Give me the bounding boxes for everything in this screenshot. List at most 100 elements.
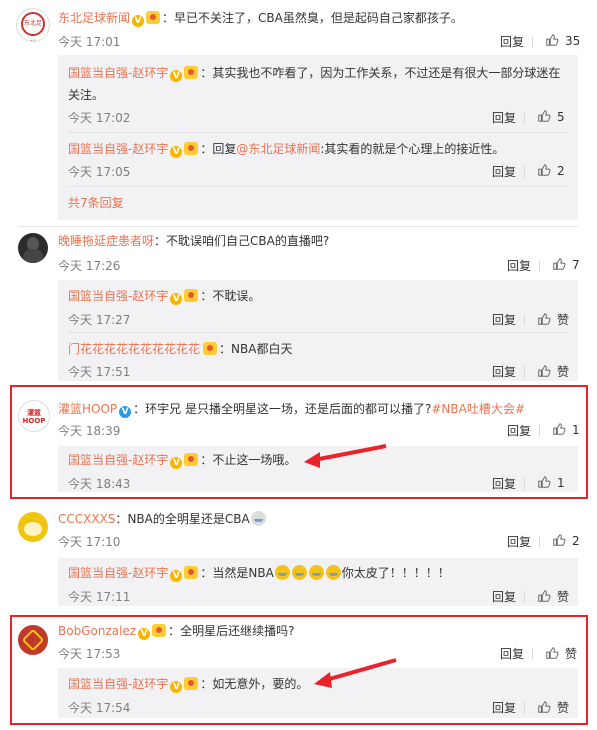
user-name[interactable]: 晚睡拖延症患者呀	[58, 234, 154, 248]
like-button[interactable]: 35	[545, 33, 580, 48]
verified-icon: V	[170, 293, 183, 305]
divider	[524, 478, 525, 490]
user-name[interactable]: 国篮当自强-赵环宇	[68, 566, 168, 580]
like-button[interactable]: 7	[552, 257, 580, 272]
reply-button[interactable]: 回复	[500, 33, 524, 50]
timestamp: 今天 18:39	[58, 424, 121, 438]
divider	[18, 226, 578, 227]
user-name[interactable]: BobGonzalez	[58, 624, 136, 638]
logo-avatar-text: 灌篮 HOOP	[22, 409, 46, 425]
laughing-crying-emoji-icon	[308, 565, 324, 580]
thumb-up-icon	[552, 533, 566, 547]
timestamp: 今天 17:51	[68, 365, 131, 379]
thumb-up-icon	[537, 589, 551, 603]
divider	[532, 648, 533, 660]
like-label: 赞	[557, 701, 570, 715]
comment-text: ：全明星后还继续播吗?	[168, 624, 295, 638]
verified-icon: V	[132, 15, 145, 27]
like-button[interactable]: 赞	[537, 363, 569, 380]
member-badge-icon	[184, 453, 199, 466]
user-name[interactable]: CCCXXXS	[58, 512, 115, 526]
thumb-up-icon	[537, 163, 551, 177]
more-replies-link[interactable]: 共7条回复	[68, 194, 124, 212]
avatar[interactable]: 东北足球	[16, 8, 50, 42]
member-badge-icon	[184, 66, 199, 79]
like-button[interactable]: 2	[537, 163, 565, 178]
member-badge-icon	[184, 289, 199, 302]
member-badge-icon	[152, 624, 167, 637]
mention-link[interactable]: @东北足球新闻	[236, 142, 320, 156]
like-button[interactable]: 2	[552, 533, 580, 548]
avatar[interactable]	[18, 625, 48, 655]
timestamp: 今天 17:27	[68, 313, 131, 327]
timestamp: 今天 17:11	[68, 590, 131, 604]
laughing-crying-emoji-icon	[291, 565, 307, 580]
thumb-up-icon	[537, 312, 551, 326]
hashtag-link[interactable]: #NBA吐槽大会#	[431, 402, 525, 416]
avatar[interactable]	[18, 512, 48, 542]
like-button[interactable]: 赞	[545, 645, 577, 662]
reply-button[interactable]: 回复	[492, 699, 516, 716]
like-count: 7	[572, 258, 580, 272]
reply-button[interactable]: 回复	[492, 588, 516, 605]
laughing-crying-emoji-icon	[274, 565, 290, 580]
user-name[interactable]: 国篮当自强-赵环宇	[68, 289, 168, 303]
thumb-up-icon	[537, 475, 551, 489]
like-label: 赞	[557, 590, 570, 604]
avatar[interactable]	[18, 233, 48, 263]
like-button[interactable]: 1	[552, 422, 580, 437]
reply-button[interactable]: 回复	[500, 645, 524, 662]
reply-button[interactable]: 回复	[492, 311, 516, 328]
logo-avatar-text: 东北足球	[21, 12, 45, 41]
like-label: 赞	[565, 647, 578, 661]
timestamp: 今天 17:54	[68, 701, 131, 715]
thumb-up-icon	[537, 109, 551, 123]
verified-icon: V	[170, 570, 183, 582]
verified-icon: V	[119, 406, 132, 418]
reply-text: ：不止这一场哦。	[200, 453, 297, 467]
timestamp: 今天 17:26	[58, 259, 121, 273]
timestamp: 今天 17:10	[58, 535, 121, 549]
verified-icon: V	[170, 457, 183, 469]
user-name[interactable]: 国篮当自强-赵环宇	[68, 66, 168, 80]
thumb-up-icon	[537, 364, 551, 378]
reply-button[interactable]: 回复	[492, 109, 516, 126]
reply-text: ：如无意外，要的。	[200, 677, 309, 691]
timestamp: 今天 17:01	[58, 35, 121, 49]
like-button[interactable]: 赞	[537, 699, 569, 716]
comment-text: ：早已不关注了，CBA虽然臭，但是起码自己家都孩子。	[162, 11, 463, 25]
laughing-crying-emoji-icon	[325, 565, 341, 580]
user-name[interactable]: 国篮当自强-赵环宇	[68, 677, 168, 691]
arrow-annotation-icon	[314, 658, 397, 688]
reply-button[interactable]: 回复	[507, 533, 531, 550]
comment-text: ：不耽误咱们自己CBA的直播吧?	[154, 234, 330, 248]
divider	[524, 314, 525, 326]
reply-text-continued: 关注。	[68, 88, 105, 102]
user-name[interactable]: 门花花花花花花花花花花	[68, 342, 200, 356]
like-button[interactable]: 1	[537, 475, 565, 490]
reply-button[interactable]: 回复	[492, 363, 516, 380]
reply-button[interactable]: 回复	[507, 422, 531, 439]
reply-button[interactable]: 回复	[507, 257, 531, 274]
emoji-icon	[250, 511, 266, 526]
reply-text: ：当然是NBA 你太皮了！！！！！	[200, 565, 450, 580]
user-name[interactable]: 国篮当自强-赵环宇	[68, 453, 168, 467]
avatar-face	[24, 522, 42, 536]
verified-icon: V	[170, 70, 183, 82]
avatar[interactable]: 灌篮 HOOP	[18, 400, 50, 432]
divider	[539, 260, 540, 272]
divider	[539, 536, 540, 548]
reply-text: ：其实我也不咋看了，因为工作关系，不过还是有很大一部分球迷在	[200, 66, 561, 80]
like-button[interactable]: 赞	[537, 588, 569, 605]
like-button[interactable]: 赞	[537, 311, 569, 328]
thumb-up-icon	[545, 646, 559, 660]
reply-button[interactable]: 回复	[492, 475, 516, 492]
reply-button[interactable]: 回复	[492, 163, 516, 180]
member-badge-icon	[146, 11, 161, 24]
like-button[interactable]: 5	[537, 109, 565, 124]
timestamp: 今天 18:43	[68, 477, 131, 491]
user-name[interactable]: 东北足球新闻	[58, 11, 130, 25]
arrow-annotation-icon	[304, 444, 387, 468]
user-name[interactable]: 灌篮HOOP	[58, 402, 117, 416]
user-name[interactable]: 国篮当自强-赵环宇	[68, 142, 168, 156]
